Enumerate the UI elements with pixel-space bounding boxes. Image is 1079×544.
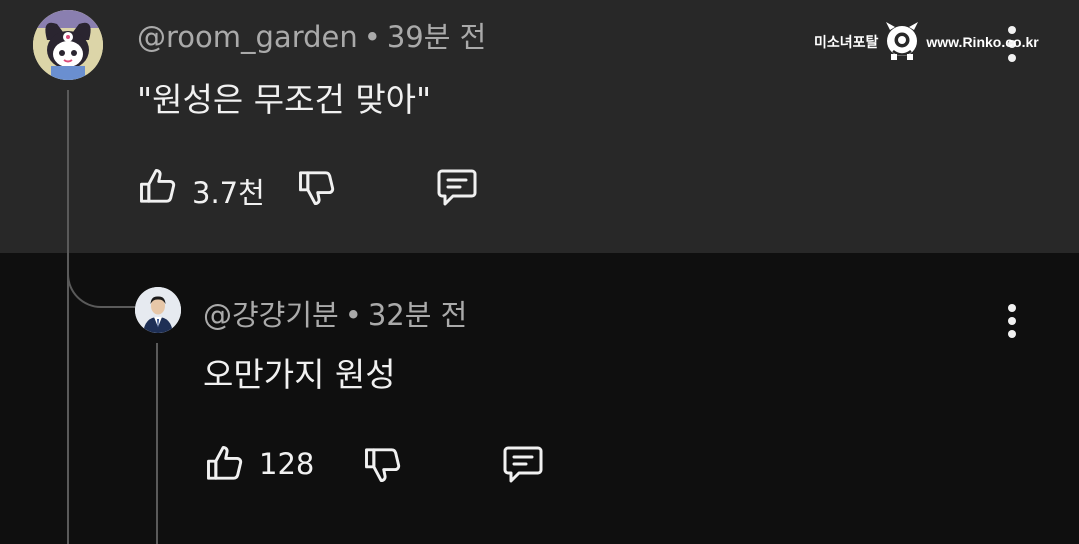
like-count: 128: [259, 447, 315, 481]
like-icon[interactable]: [203, 441, 247, 485]
like-icon[interactable]: [136, 164, 180, 208]
watermark-left-text: 미소녀포탈: [814, 34, 879, 50]
reply-icon[interactable]: [433, 163, 481, 211]
dislike-icon[interactable]: [361, 443, 405, 487]
reply-icon[interactable]: [499, 440, 547, 488]
comment-author-line: @걍걍기분 • 32분 전: [203, 292, 467, 334]
separator-dot: •: [344, 298, 362, 332]
dislike-icon[interactable]: [295, 166, 339, 210]
comment-author[interactable]: @걍걍기분: [203, 298, 339, 332]
more-vert-icon[interactable]: [1008, 304, 1016, 340]
separator-dot: •: [363, 20, 381, 54]
comment-author-line: @room_garden • 39분 전: [137, 14, 486, 56]
thread-line: [67, 90, 69, 544]
watermark-right-text: www.Rinko.co.kr: [926, 34, 1039, 50]
comment-text: "원성은 무조건 맞아": [137, 80, 432, 119]
comment-author[interactable]: @room_garden: [137, 20, 358, 54]
avatar-gyanggyang-gibun[interactable]: [135, 287, 181, 333]
reply-thread-line: [156, 343, 158, 544]
watermark-logo-icon: [884, 20, 920, 64]
thread-connector: [67, 240, 135, 308]
comment-timestamp[interactable]: 39분 전: [387, 20, 486, 54]
like-count: 3.7천: [192, 176, 265, 210]
comment-timestamp[interactable]: 32분 전: [368, 298, 467, 332]
avatar-room-garden[interactable]: [33, 10, 103, 80]
comment-text: 오만가지 원성: [203, 355, 396, 394]
watermark: 미소녀포탈 www.Rinko.co.kr: [814, 20, 1072, 64]
